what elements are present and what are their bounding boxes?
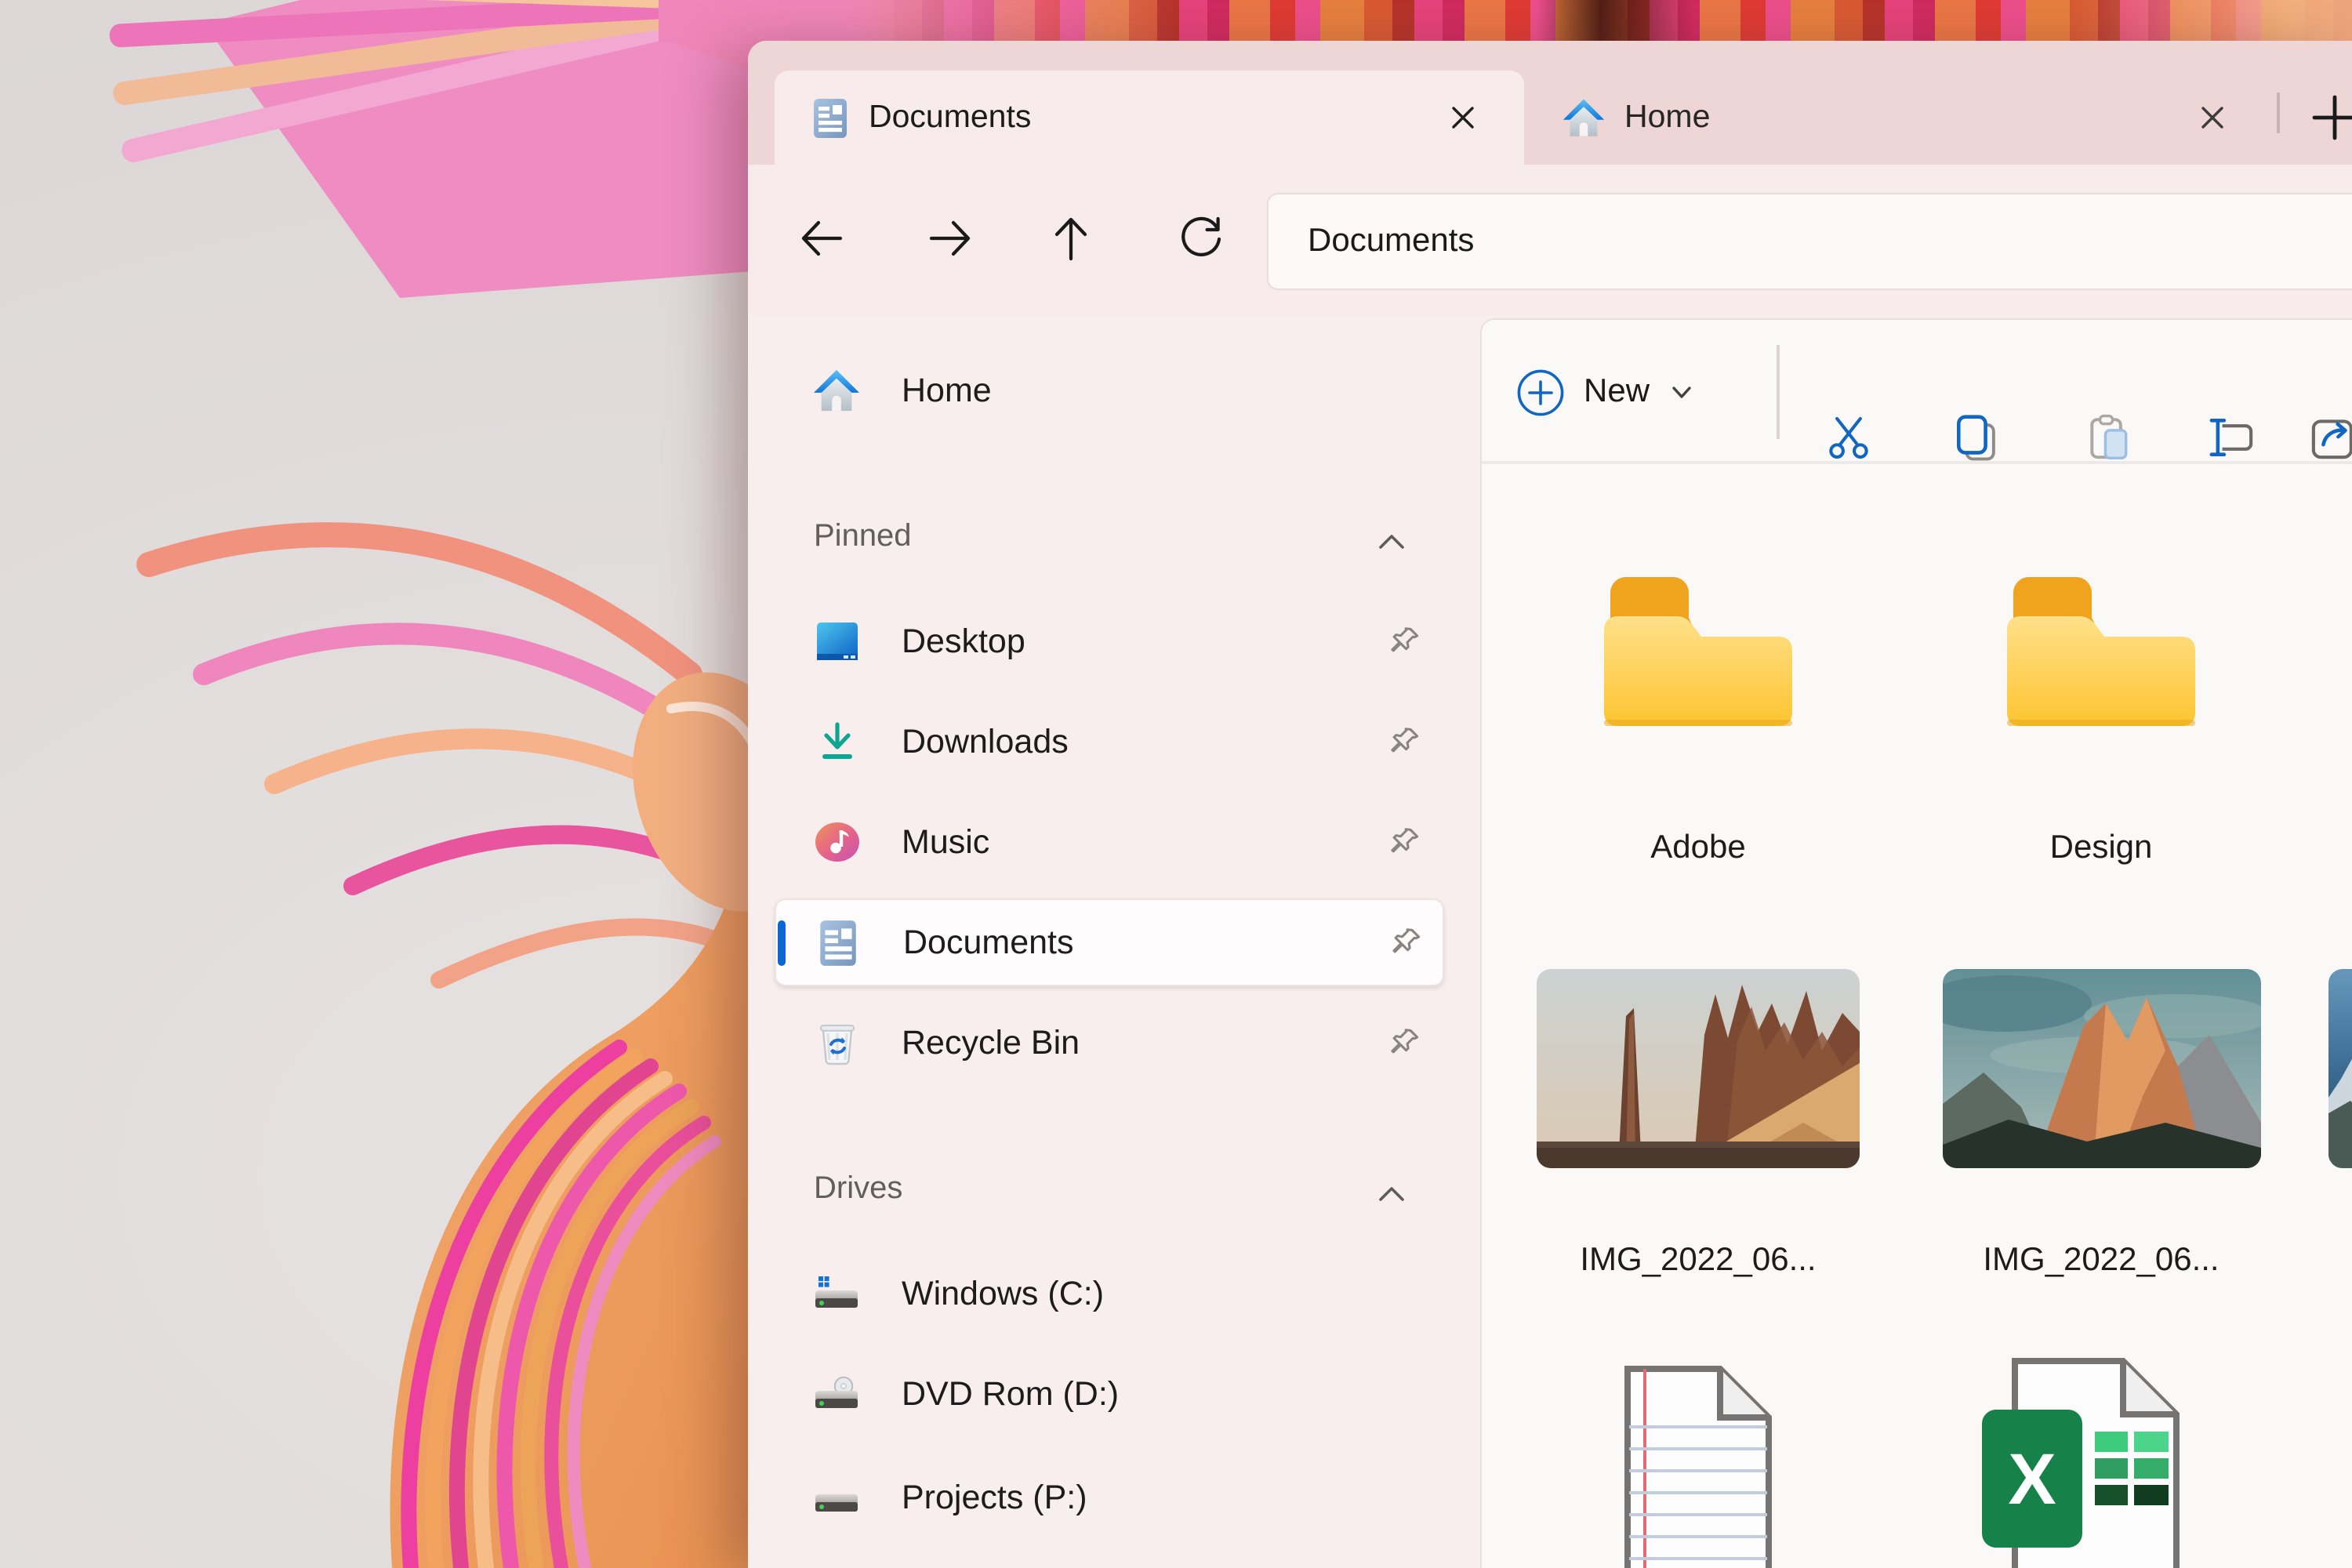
pin-icon[interactable]	[1388, 724, 1422, 759]
drive-icon	[812, 1473, 861, 1522]
sidebar-item-music[interactable]: Music	[775, 798, 1444, 886]
plus-icon	[2311, 94, 2352, 141]
downloads-icon	[812, 717, 861, 766]
image-name[interactable]: IMG_2022_06...	[1944, 1242, 2258, 1279]
drive-dvd-icon	[812, 1370, 861, 1418]
sidebar-item-label: Documents	[903, 923, 1074, 962]
arrow-up-icon	[1049, 215, 1093, 262]
folder-name[interactable]: Adobe	[1541, 829, 1855, 867]
address-bar[interactable]: Documents	[1267, 193, 2352, 290]
new-button[interactable]: New	[1516, 361, 1692, 423]
cut-button[interactable]	[1817, 406, 1880, 469]
copy-icon	[1951, 412, 2001, 463]
tab-label: Home	[1624, 99, 1710, 136]
tab-bar: Documents Home	[748, 41, 2352, 165]
sidebar-item-downloads[interactable]: Downloads	[775, 698, 1444, 786]
section-title: Pinned	[814, 519, 912, 555]
refresh-icon	[1178, 215, 1225, 262]
file-list-panel: New	[1480, 318, 2352, 1568]
rename-button[interactable]	[2200, 406, 2263, 469]
sidebar-item-desktop[interactable]: Desktop	[775, 597, 1444, 685]
copy-button[interactable]	[1944, 406, 2007, 469]
sidebar-item-label: Desktop	[902, 622, 1025, 661]
image-thumbnail-partial[interactable]	[2328, 969, 2352, 1168]
document-icon	[808, 96, 851, 140]
section-header-pinned[interactable]: Pinned	[775, 517, 1444, 561]
chevron-up-icon[interactable]	[1378, 530, 1405, 558]
section-header-drives[interactable]: Drives	[775, 1170, 1444, 1214]
arrow-left-icon	[798, 216, 845, 260]
sidebar-item-documents[interactable]: Documents	[775, 898, 1444, 986]
recycle-bin-icon	[812, 1018, 861, 1067]
sidebar-item-drive-p[interactable]: Projects (P:)	[775, 1454, 1444, 1541]
sidebar-item-label: Windows (C:)	[902, 1274, 1104, 1313]
excel-badge: X	[1982, 1410, 2082, 1548]
rename-icon	[2206, 412, 2256, 463]
new-tab-button[interactable]	[2300, 83, 2352, 152]
close-tab-icon[interactable]	[2192, 97, 2233, 138]
back-button[interactable]	[787, 204, 856, 273]
sidebar-item-drive-d[interactable]: DVD Rom (D:)	[775, 1350, 1444, 1438]
navigation-bar: Documents	[748, 165, 2352, 315]
sidebar-item-label: Recycle Bin	[902, 1023, 1080, 1062]
paste-icon	[2084, 412, 2134, 463]
folder-name[interactable]: Design	[1944, 829, 2258, 867]
home-icon	[1562, 96, 1606, 140]
plus-circle-icon	[1516, 368, 1565, 416]
sidebar-item-label: Music	[902, 822, 989, 862]
chevron-down-icon	[1671, 385, 1692, 399]
home-icon	[812, 366, 861, 415]
image-thumbnail-mountain[interactable]	[1943, 969, 2261, 1168]
sidebar-item-label: Projects (P:)	[902, 1478, 1087, 1517]
toolbar-divider	[1777, 345, 1780, 439]
screen: Documents Home	[0, 0, 2352, 1568]
section-title: Drives	[814, 1171, 902, 1207]
desktop-icon	[812, 617, 861, 666]
sidebar-item-recycle-bin[interactable]: Recycle Bin	[775, 999, 1444, 1087]
excel-badge-letter: X	[2008, 1436, 2056, 1521]
documents-icon	[814, 918, 862, 967]
file-explorer-window: Documents Home	[748, 41, 2352, 1568]
pin-icon[interactable]	[1388, 624, 1422, 659]
tab-documents[interactable]: Documents	[775, 71, 1524, 165]
up-button[interactable]	[1036, 204, 1105, 273]
chevron-up-icon[interactable]	[1378, 1182, 1405, 1210]
folder-icon[interactable]	[1595, 568, 1802, 734]
new-button-label: New	[1584, 373, 1650, 411]
image-name[interactable]: IMG_2022_06...	[1541, 1242, 1855, 1279]
text-document-icon[interactable]	[1623, 1364, 1773, 1568]
address-text: Documents	[1269, 223, 1474, 260]
close-tab-icon[interactable]	[1443, 97, 1483, 138]
image-thumbnail-desert[interactable]	[1537, 969, 1860, 1168]
pin-icon[interactable]	[1389, 925, 1424, 960]
refresh-button[interactable]	[1167, 204, 1236, 273]
pin-icon[interactable]	[1388, 1025, 1422, 1060]
tab-label: Documents	[869, 99, 1031, 136]
pin-icon[interactable]	[1388, 825, 1422, 859]
music-icon	[812, 818, 861, 866]
selection-accent-bar	[778, 920, 785, 966]
tab-divider	[2277, 93, 2280, 133]
sidebar-item-drive-c[interactable]: Windows (C:)	[775, 1250, 1444, 1338]
share-button[interactable]	[2302, 406, 2352, 469]
arrow-right-icon	[927, 216, 974, 260]
scissors-icon	[1824, 412, 1874, 463]
wallpaper-top-strip	[659, 0, 2352, 42]
sidebar-item-label: DVD Rom (D:)	[902, 1374, 1119, 1414]
tab-home[interactable]: Home	[1524, 71, 2277, 165]
paste-button[interactable]	[2078, 406, 2140, 469]
sidebar-item-home[interactable]: Home	[775, 347, 1444, 434]
excel-table-cells	[2095, 1432, 2170, 1510]
sidebar-item-label: Home	[902, 371, 992, 410]
drive-windows-icon	[812, 1269, 861, 1318]
sidebar-item-label: Downloads	[902, 722, 1069, 761]
folder-icon[interactable]	[1998, 568, 2205, 734]
forward-button[interactable]	[916, 204, 985, 273]
command-toolbar: New	[1482, 320, 2352, 464]
share-icon	[2308, 412, 2352, 463]
